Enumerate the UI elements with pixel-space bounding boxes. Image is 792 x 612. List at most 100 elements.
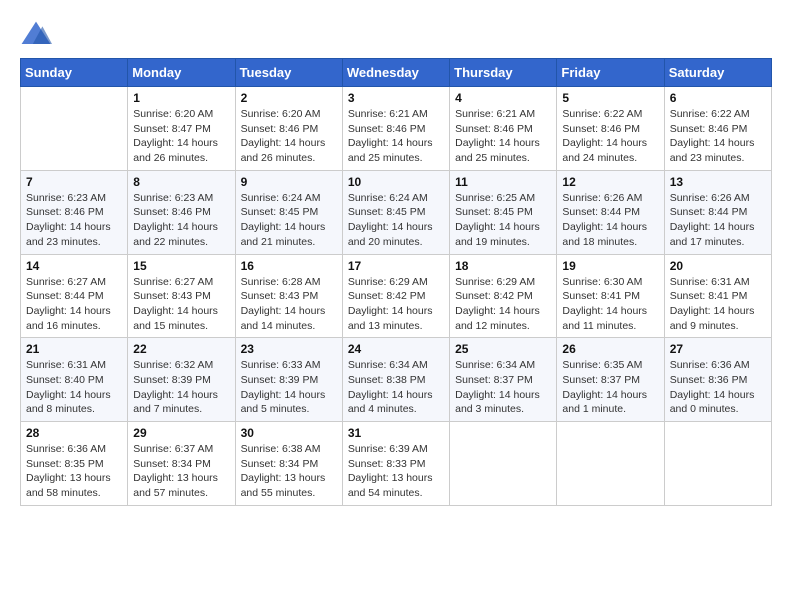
day-number: 21 bbox=[26, 342, 122, 356]
calendar-cell bbox=[21, 87, 128, 171]
calendar-cell: 14 Sunrise: 6:27 AM Sunset: 8:44 PM Dayli… bbox=[21, 254, 128, 338]
day-info: Sunrise: 6:24 AM Sunset: 8:45 PM Dayligh… bbox=[241, 191, 337, 250]
calendar-cell: 16 Sunrise: 6:28 AM Sunset: 8:43 PM Dayli… bbox=[235, 254, 342, 338]
calendar-cell: 27 Sunrise: 6:36 AM Sunset: 8:36 PM Dayli… bbox=[664, 338, 771, 422]
day-info: Sunrise: 6:34 AM Sunset: 8:38 PM Dayligh… bbox=[348, 358, 444, 417]
day-info: Sunrise: 6:27 AM Sunset: 8:43 PM Dayligh… bbox=[133, 275, 229, 334]
calendar-cell bbox=[664, 422, 771, 506]
day-info: Sunrise: 6:35 AM Sunset: 8:37 PM Dayligh… bbox=[562, 358, 658, 417]
day-info: Sunrise: 6:31 AM Sunset: 8:41 PM Dayligh… bbox=[670, 275, 766, 334]
calendar-cell: 21 Sunrise: 6:31 AM Sunset: 8:40 PM Dayli… bbox=[21, 338, 128, 422]
calendar-cell: 18Sunrise: 6:29 AM Sunset: 8:42 PM Dayli… bbox=[450, 254, 557, 338]
day-header-thursday: Thursday bbox=[450, 59, 557, 87]
day-info: Sunrise: 6:33 AM Sunset: 8:39 PM Dayligh… bbox=[241, 358, 337, 417]
day-number: 16 bbox=[241, 259, 337, 273]
calendar-cell: 5 Sunrise: 6:22 AM Sunset: 8:46 PM Daylig… bbox=[557, 87, 664, 171]
day-number: 24 bbox=[348, 342, 444, 356]
calendar-cell: 7 Sunrise: 6:23 AM Sunset: 8:46 PM Daylig… bbox=[21, 170, 128, 254]
calendar-header-row: SundayMondayTuesdayWednesdayThursdayFrid… bbox=[21, 59, 772, 87]
calendar-week-5: 28 Sunrise: 6:36 AM Sunset: 8:35 PM Dayli… bbox=[21, 422, 772, 506]
day-info: Sunrise: 6:26 AM Sunset: 8:44 PM Dayligh… bbox=[670, 191, 766, 250]
day-info: Sunrise: 6:21 AM Sunset: 8:46 PM Dayligh… bbox=[348, 107, 444, 166]
calendar-cell: 25 Sunrise: 6:34 AM Sunset: 8:37 PM Dayli… bbox=[450, 338, 557, 422]
day-number: 17 bbox=[348, 259, 444, 273]
day-number: 20 bbox=[670, 259, 766, 273]
calendar-cell: 10 Sunrise: 6:24 AM Sunset: 8:45 PM Dayli… bbox=[342, 170, 449, 254]
day-info: Sunrise: 6:28 AM Sunset: 8:43 PM Dayligh… bbox=[241, 275, 337, 334]
calendar-cell: 22 Sunrise: 6:32 AM Sunset: 8:39 PM Dayli… bbox=[128, 338, 235, 422]
day-number: 18 bbox=[455, 259, 551, 273]
calendar-table: SundayMondayTuesdayWednesdayThursdayFrid… bbox=[20, 58, 772, 506]
day-number: 22 bbox=[133, 342, 229, 356]
calendar-cell: 6Sunrise: 6:22 AM Sunset: 8:46 PM Daylig… bbox=[664, 87, 771, 171]
day-info: Sunrise: 6:32 AM Sunset: 8:39 PM Dayligh… bbox=[133, 358, 229, 417]
day-header-wednesday: Wednesday bbox=[342, 59, 449, 87]
calendar-cell: 29Sunrise: 6:37 AM Sunset: 8:34 PM Dayli… bbox=[128, 422, 235, 506]
day-info: Sunrise: 6:20 AM Sunset: 8:47 PM Dayligh… bbox=[133, 107, 229, 166]
day-number: 12 bbox=[562, 175, 658, 189]
day-info: Sunrise: 6:21 AM Sunset: 8:46 PM Dayligh… bbox=[455, 107, 551, 166]
day-info: Sunrise: 6:24 AM Sunset: 8:45 PM Dayligh… bbox=[348, 191, 444, 250]
logo-icon bbox=[20, 20, 52, 48]
calendar-week-3: 14 Sunrise: 6:27 AM Sunset: 8:44 PM Dayli… bbox=[21, 254, 772, 338]
day-info: Sunrise: 6:39 AM Sunset: 8:33 PM Dayligh… bbox=[348, 442, 444, 501]
day-info: Sunrise: 6:36 AM Sunset: 8:36 PM Dayligh… bbox=[670, 358, 766, 417]
calendar-week-1: 1 Sunrise: 6:20 AM Sunset: 8:47 PM Daylig… bbox=[21, 87, 772, 171]
day-number: 30 bbox=[241, 426, 337, 440]
day-info: Sunrise: 6:23 AM Sunset: 8:46 PM Dayligh… bbox=[133, 191, 229, 250]
calendar-cell: 4 Sunrise: 6:21 AM Sunset: 8:46 PM Daylig… bbox=[450, 87, 557, 171]
day-info: Sunrise: 6:38 AM Sunset: 8:34 PM Dayligh… bbox=[241, 442, 337, 501]
day-number: 14 bbox=[26, 259, 122, 273]
calendar-cell: 23 Sunrise: 6:33 AM Sunset: 8:39 PM Dayli… bbox=[235, 338, 342, 422]
calendar-cell: 15Sunrise: 6:27 AM Sunset: 8:43 PM Dayli… bbox=[128, 254, 235, 338]
day-number: 27 bbox=[670, 342, 766, 356]
calendar-cell: 11 Sunrise: 6:25 AM Sunset: 8:45 PM Dayli… bbox=[450, 170, 557, 254]
day-header-saturday: Saturday bbox=[664, 59, 771, 87]
day-number: 10 bbox=[348, 175, 444, 189]
day-number: 11 bbox=[455, 175, 551, 189]
day-header-tuesday: Tuesday bbox=[235, 59, 342, 87]
day-header-friday: Friday bbox=[557, 59, 664, 87]
day-info: Sunrise: 6:23 AM Sunset: 8:46 PM Dayligh… bbox=[26, 191, 122, 250]
day-number: 26 bbox=[562, 342, 658, 356]
day-info: Sunrise: 6:22 AM Sunset: 8:46 PM Dayligh… bbox=[670, 107, 766, 166]
calendar-cell bbox=[557, 422, 664, 506]
logo bbox=[20, 20, 56, 48]
day-number: 23 bbox=[241, 342, 337, 356]
day-number: 8 bbox=[133, 175, 229, 189]
day-info: Sunrise: 6:34 AM Sunset: 8:37 PM Dayligh… bbox=[455, 358, 551, 417]
calendar-cell: 8 Sunrise: 6:23 AM Sunset: 8:46 PM Daylig… bbox=[128, 170, 235, 254]
calendar-cell: 12Sunrise: 6:26 AM Sunset: 8:44 PM Dayli… bbox=[557, 170, 664, 254]
day-info: Sunrise: 6:22 AM Sunset: 8:46 PM Dayligh… bbox=[562, 107, 658, 166]
calendar-cell: 31 Sunrise: 6:39 AM Sunset: 8:33 PM Dayli… bbox=[342, 422, 449, 506]
day-info: Sunrise: 6:30 AM Sunset: 8:41 PM Dayligh… bbox=[562, 275, 658, 334]
day-number: 25 bbox=[455, 342, 551, 356]
day-header-monday: Monday bbox=[128, 59, 235, 87]
calendar-cell: 17Sunrise: 6:29 AM Sunset: 8:42 PM Dayli… bbox=[342, 254, 449, 338]
day-number: 4 bbox=[455, 91, 551, 105]
calendar-week-4: 21 Sunrise: 6:31 AM Sunset: 8:40 PM Dayli… bbox=[21, 338, 772, 422]
calendar-cell: 26 Sunrise: 6:35 AM Sunset: 8:37 PM Dayli… bbox=[557, 338, 664, 422]
calendar-cell: 1 Sunrise: 6:20 AM Sunset: 8:47 PM Daylig… bbox=[128, 87, 235, 171]
day-number: 31 bbox=[348, 426, 444, 440]
calendar-week-2: 7 Sunrise: 6:23 AM Sunset: 8:46 PM Daylig… bbox=[21, 170, 772, 254]
day-number: 13 bbox=[670, 175, 766, 189]
calendar-cell: 19Sunrise: 6:30 AM Sunset: 8:41 PM Dayli… bbox=[557, 254, 664, 338]
day-number: 5 bbox=[562, 91, 658, 105]
day-number: 9 bbox=[241, 175, 337, 189]
day-number: 28 bbox=[26, 426, 122, 440]
day-info: Sunrise: 6:27 AM Sunset: 8:44 PM Dayligh… bbox=[26, 275, 122, 334]
day-info: Sunrise: 6:20 AM Sunset: 8:46 PM Dayligh… bbox=[241, 107, 337, 166]
day-number: 1 bbox=[133, 91, 229, 105]
day-number: 7 bbox=[26, 175, 122, 189]
page-header bbox=[20, 20, 772, 48]
calendar-cell: 13 Sunrise: 6:26 AM Sunset: 8:44 PM Dayli… bbox=[664, 170, 771, 254]
calendar-cell: 20 Sunrise: 6:31 AM Sunset: 8:41 PM Dayli… bbox=[664, 254, 771, 338]
day-info: Sunrise: 6:36 AM Sunset: 8:35 PM Dayligh… bbox=[26, 442, 122, 501]
calendar-cell: 3Sunrise: 6:21 AM Sunset: 8:46 PM Daylig… bbox=[342, 87, 449, 171]
day-info: Sunrise: 6:25 AM Sunset: 8:45 PM Dayligh… bbox=[455, 191, 551, 250]
calendar-cell: 24 Sunrise: 6:34 AM Sunset: 8:38 PM Dayli… bbox=[342, 338, 449, 422]
day-info: Sunrise: 6:31 AM Sunset: 8:40 PM Dayligh… bbox=[26, 358, 122, 417]
calendar-cell: 9 Sunrise: 6:24 AM Sunset: 8:45 PM Daylig… bbox=[235, 170, 342, 254]
calendar-cell: 28 Sunrise: 6:36 AM Sunset: 8:35 PM Dayli… bbox=[21, 422, 128, 506]
